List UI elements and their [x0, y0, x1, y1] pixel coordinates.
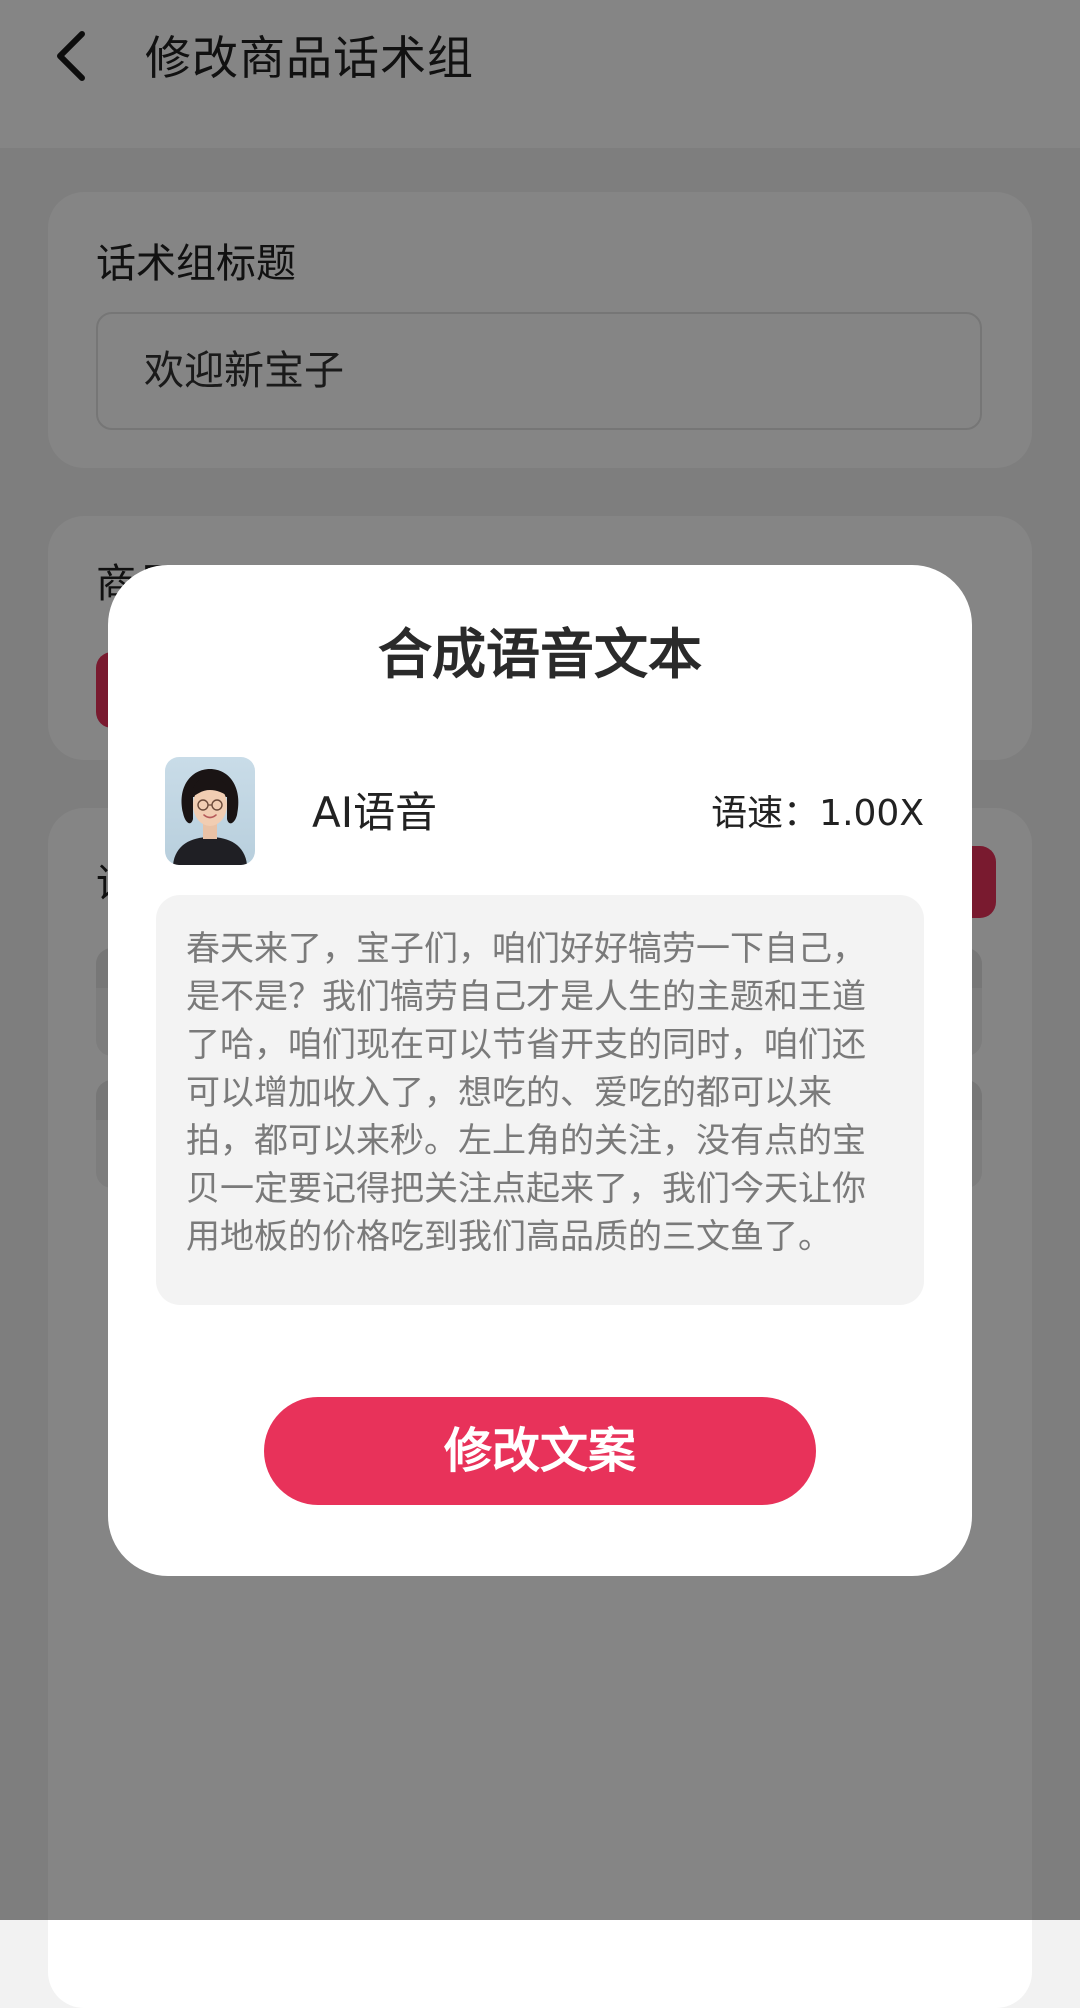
- speed-label: 语速：: [711, 793, 820, 834]
- avatar-portrait-icon: [165, 757, 255, 865]
- dialog-title: 合成语音文本: [378, 623, 702, 686]
- speed-value: 1.00X: [819, 793, 924, 834]
- edit-copy-button[interactable]: 修改文案: [264, 1397, 816, 1505]
- speed-control[interactable]: 语速：1.00X: [711, 785, 924, 843]
- synthesize-voice-dialog: 合成语音文本 AI语音 语速：1.00X 春天来了，宝子们，咱们好好犒劳一下自己…: [108, 565, 972, 1576]
- script-text: 春天来了，宝子们，咱们好好犒劳一下自己，是不是？我们犒劳自己才是人生的主题和王道…: [186, 929, 866, 1257]
- voice-name: AI语音: [312, 788, 438, 837]
- voice-avatar: [165, 757, 255, 865]
- script-text-box: 春天来了，宝子们，咱们好好犒劳一下自己，是不是？我们犒劳自己才是人生的主题和王道…: [156, 895, 924, 1305]
